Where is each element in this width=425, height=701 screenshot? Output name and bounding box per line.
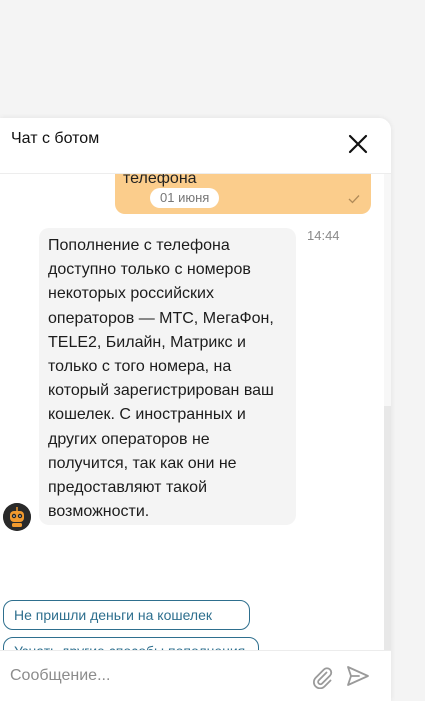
chat-window: Чат с ботом телефона 01 июня Пополнение … — [0, 118, 391, 701]
close-icon — [348, 134, 368, 154]
bot-avatar — [3, 503, 31, 531]
send-icon — [347, 666, 369, 686]
chat-title: Чат с ботом — [11, 130, 100, 147]
send-button[interactable] — [346, 665, 370, 687]
bot-message-text: Пополнение с телефона доступно только с … — [48, 237, 274, 521]
quick-reply-no-money[interactable]: Не пришли деньги на кошелек — [3, 600, 250, 630]
close-button[interactable] — [344, 130, 374, 160]
message-timestamp: 14:44 — [307, 228, 340, 243]
quick-reply-other-methods[interactable]: Узнать другие способы пополнения — [3, 637, 259, 650]
bot-message-bubble: Пополнение с телефона доступно только с … — [39, 228, 296, 525]
chat-header: Чат с ботом — [0, 118, 391, 174]
message-list[interactable]: телефона 01 июня Пополнение с телефона д… — [0, 174, 391, 650]
scrollbar-thumb[interactable] — [384, 406, 391, 650]
message-input[interactable] — [10, 663, 300, 689]
check-icon — [348, 195, 360, 204]
message-composer — [0, 650, 391, 701]
robot-avatar-icon — [3, 503, 31, 531]
date-separator: 01 июня — [150, 188, 220, 208]
attach-button[interactable] — [311, 665, 333, 690]
paperclip-icon — [313, 667, 333, 690]
user-message-text: телефона — [123, 174, 197, 187]
